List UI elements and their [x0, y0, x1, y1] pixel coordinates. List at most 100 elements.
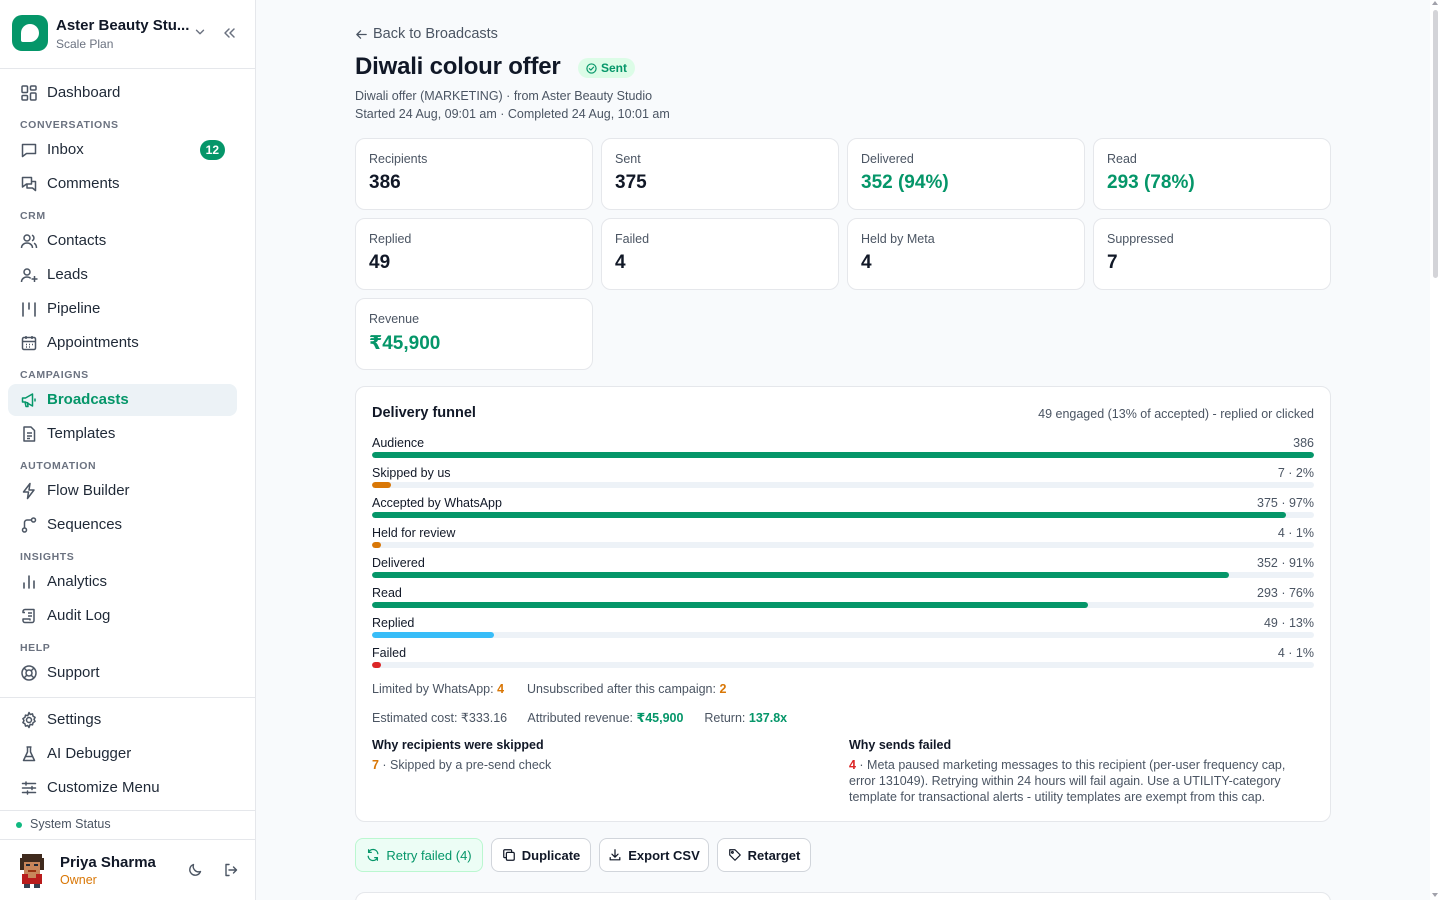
stat-card-recipients: Recipients 386	[355, 138, 593, 210]
funnel-row: Replied 49 · 13%	[372, 616, 1314, 646]
return-value: 137.8x	[748, 711, 788, 725]
scrollbar[interactable]	[1430, 0, 1440, 900]
sidebar-divider	[0, 697, 255, 698]
sequence-icon	[21, 517, 37, 533]
status-dot	[16, 822, 22, 828]
funnel-bar-track	[372, 632, 1314, 638]
sidebar-item-label: Analytics	[47, 573, 108, 590]
copy-icon	[502, 849, 515, 861]
section-help: HELP	[20, 642, 51, 654]
workspace-plan: Scale Plan	[56, 37, 114, 51]
avatar[interactable]	[16, 852, 48, 888]
sidebar-item-contacts[interactable]: Contacts	[8, 225, 237, 257]
funnel-bar-fill	[372, 662, 381, 668]
user-role: Owner	[60, 873, 97, 887]
return-label: Return:	[704, 711, 746, 725]
logout-icon[interactable]	[223, 862, 239, 878]
arrow-left-icon	[356, 29, 367, 39]
funnel-row: Accepted by WhatsApp 375 · 97%	[372, 496, 1314, 526]
sidebar-item-leads[interactable]: Leads	[8, 259, 237, 291]
duplicate-button[interactable]: Duplicate	[491, 838, 591, 872]
stat-label: Failed	[615, 232, 650, 246]
funnel-row-value: 352 · 91%	[1257, 556, 1314, 570]
funnel-row: Delivered 352 · 91%	[372, 556, 1314, 586]
engagement-summary: 49 engaged (13% of accepted) - replied o…	[1038, 407, 1314, 421]
scroll-down-arrow[interactable]	[1432, 893, 1438, 897]
funnel-row-value: 4 · 1%	[1277, 646, 1314, 660]
user-plus-icon	[20, 268, 38, 283]
moon-icon[interactable]	[187, 862, 203, 878]
sidebar-item-templates[interactable]: Templates	[8, 418, 237, 450]
sidebar-item-label: Broadcasts	[47, 391, 129, 408]
stat-label: Held by Meta	[861, 232, 935, 246]
stat-label: Read	[1107, 152, 1137, 166]
sidebar-item-appointments[interactable]: Appointments	[8, 327, 237, 359]
sidebar-item-audit-log[interactable]: Audit Log	[8, 600, 237, 632]
back-to-broadcasts-link[interactable]: Back to Broadcasts	[355, 26, 498, 42]
stat-value: 386	[369, 172, 401, 193]
stat-label: Delivered	[861, 152, 914, 166]
funnel-row-label: Replied	[372, 616, 415, 630]
funnel-bar-track	[372, 482, 1314, 488]
sidebar-item-label: Flow Builder	[47, 482, 130, 499]
stat-card-held-by-meta: Held by Meta 4	[847, 218, 1085, 290]
bar-chart-icon	[23, 575, 35, 589]
sidebar-item-label: Contacts	[47, 232, 107, 249]
funnel-row: Read 293 · 76%	[372, 586, 1314, 616]
sidebar-item-label: Inbox	[47, 141, 84, 158]
sidebar-item-customize-menu[interactable]: Customize Menu	[8, 772, 237, 804]
stat-value: 4	[861, 252, 872, 273]
sidebar-item-label: Customize Menu	[47, 779, 160, 796]
sidebar-divider	[0, 839, 255, 840]
document-icon	[23, 426, 36, 442]
sidebar-item-broadcasts[interactable]: Broadcasts	[8, 384, 237, 416]
scroll-up-arrow[interactable]	[1432, 1, 1438, 5]
retry-failed-button[interactable]: Retry failed (4)	[355, 838, 483, 872]
workspace-name: Aster Beauty Stu...	[56, 17, 190, 34]
funnel-row: Audience 386	[372, 436, 1314, 466]
sidebar-item-sequences[interactable]: Sequences	[8, 509, 237, 541]
sidebar-item-analytics[interactable]: Analytics	[8, 566, 237, 598]
sidebar-item-inbox[interactable]: Inbox 12	[8, 134, 237, 166]
system-status-link[interactable]: System Status	[30, 817, 111, 831]
next-section-card	[355, 892, 1331, 900]
funnel-row: Skipped by us 7 · 2%	[372, 466, 1314, 496]
sidebar-item-support[interactable]: Support	[8, 657, 237, 689]
limited-value: 4	[497, 682, 505, 696]
sidebar-item-label: Appointments	[47, 334, 139, 351]
sidebar-item-dashboard[interactable]: Dashboard	[8, 77, 237, 109]
collapse-sidebar-icon[interactable]	[221, 25, 237, 41]
section-conversations: CONVERSATIONS	[20, 119, 119, 131]
stat-value: 375	[615, 172, 647, 193]
stat-card-read: Read 293 (78%)	[1093, 138, 1331, 210]
sidebar-item-comments[interactable]: Comments	[8, 168, 237, 200]
failed-count: 4	[849, 758, 856, 772]
export-csv-button[interactable]: Export CSV	[599, 838, 709, 872]
stat-value: 4	[615, 252, 626, 273]
funnel-bar-track	[372, 572, 1314, 578]
workspace-switcher[interactable]: Aster Beauty Stu... Scale Plan	[0, 0, 255, 69]
funnel-row: Failed 4 · 1%	[372, 646, 1314, 676]
sidebar-item-ai-debugger[interactable]: AI Debugger	[8, 738, 237, 770]
unsubscribed-value: 2	[719, 682, 727, 696]
scrollbar-thumb[interactable]	[1433, 10, 1438, 278]
sidebar-item-label: Support	[47, 664, 100, 681]
skipped-count: 7	[372, 758, 379, 772]
retarget-button[interactable]: Retarget	[717, 838, 811, 872]
sidebar-item-flow-builder[interactable]: Flow Builder	[8, 475, 237, 507]
limited-label: Limited by WhatsApp:	[372, 682, 494, 696]
estimated-cost: Estimated cost: ₹333.16	[372, 711, 508, 725]
stat-label: Revenue	[369, 312, 420, 326]
funnel-row-label: Read	[372, 586, 402, 600]
section-automation: AUTOMATION	[20, 460, 97, 472]
download-icon	[609, 849, 621, 861]
sidebar-item-settings[interactable]: Settings	[8, 704, 237, 736]
stat-card-sent: Sent 375	[601, 138, 839, 210]
scroll-icon	[22, 608, 35, 624]
stat-card-replied: Replied 49	[355, 218, 593, 290]
status-label: Sent	[601, 61, 628, 75]
sidebar-item-label: Leads	[47, 266, 88, 283]
sidebar-item-pipeline[interactable]: Pipeline	[8, 293, 237, 325]
retry-label: Retry failed (4)	[386, 847, 472, 863]
chevron-down-icon[interactable]	[193, 25, 207, 39]
